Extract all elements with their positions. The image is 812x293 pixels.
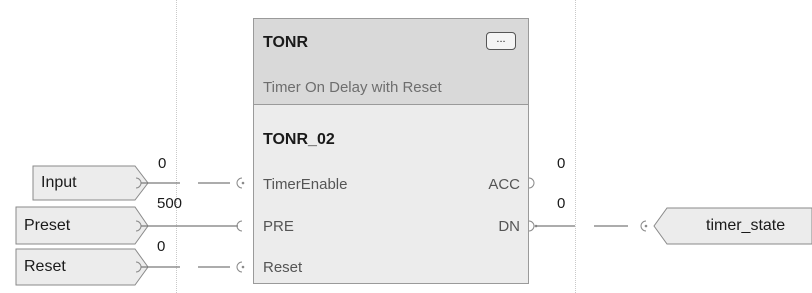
tag-preset-label: Preset [24,217,71,234]
block-properties-button[interactable]: ... [486,32,516,50]
preset-value: 500 [157,195,183,212]
reset-value: 0 [157,238,166,255]
tag-reset-label: Reset [24,258,66,275]
dn-value: 0 [557,195,566,212]
tag-timer-state[interactable]: timer_state [654,209,812,243]
pin-acc-connector [528,177,535,189]
timer-state-tag-dot [644,224,648,228]
block-type-title: TONR [263,34,309,51]
fbd-canvas[interactable]: Input Preset Reset timer_state 0 500 0 0… [0,0,812,293]
pin-pre-label: PRE [263,218,294,235]
tag-preset[interactable]: Preset [16,209,148,243]
acc-value: 0 [557,155,566,172]
tag-reset[interactable]: Reset [16,250,148,284]
pin-dn-label: DN [498,218,520,235]
pin-acc-label: ACC [488,176,520,193]
pin-timerenable-label: TimerEnable [263,176,348,193]
input-value: 0 [158,155,167,172]
tag-timer-state-label: timer_state [706,217,786,234]
pin-reset-dot [241,265,245,269]
pin-timerenable-connector [236,177,243,189]
pin-reset-connector [236,261,243,273]
tag-input[interactable]: Input [33,166,148,200]
pin-reset-label: Reset [263,259,303,276]
pin-timerenable-dot [241,181,245,185]
pin-dn-connector [528,220,535,232]
block-header: TONR ... Timer On Delay with Reset [254,19,528,105]
tag-input-label: Input [41,174,77,191]
block-instance-name[interactable]: TONR_02 [263,131,335,149]
block-description: Timer On Delay with Reset [263,79,442,96]
tonr-block[interactable]: TONR ... Timer On Delay with Reset TONR_… [253,18,529,284]
